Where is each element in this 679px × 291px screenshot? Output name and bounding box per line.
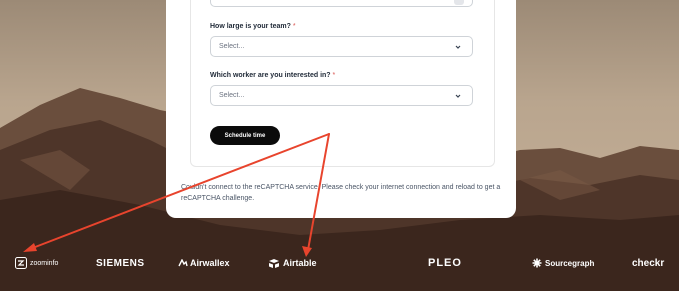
airtable-logo: Airtable bbox=[268, 256, 317, 270]
required-mark: * bbox=[292, 23, 296, 30]
chevron-down-icon bbox=[455, 94, 461, 98]
worker-select[interactable]: Select... bbox=[210, 85, 473, 106]
checkr-logo: checkr bbox=[632, 256, 664, 270]
team-size-placeholder: Select... bbox=[219, 43, 245, 50]
worker-label: Which worker are you interested in? * bbox=[210, 72, 335, 79]
siemens-logo: SIEMENS bbox=[96, 256, 145, 270]
schedule-time-button[interactable]: Schedule time bbox=[210, 126, 280, 145]
siemens-text: SIEMENS bbox=[96, 257, 145, 269]
team-size-label-text: How large is your team? bbox=[210, 23, 291, 30]
field-handle-icon bbox=[454, 0, 464, 5]
checkr-text: checkr bbox=[632, 257, 665, 269]
team-size-select[interactable]: Select... bbox=[210, 36, 473, 57]
zoominfo-logo: zoominfo bbox=[15, 256, 58, 270]
team-size-label: How large is your team? * bbox=[210, 23, 296, 30]
required-mark: * bbox=[332, 72, 336, 79]
sourcegraph-text: Sourcegraph bbox=[545, 258, 595, 268]
zoominfo-text: zoominfo bbox=[30, 259, 59, 267]
worker-placeholder: Select... bbox=[219, 92, 245, 99]
recaptcha-error-message: Couldn't connect to the reCAPTCHA servic… bbox=[181, 184, 501, 202]
airwallex-logo: Airwallex bbox=[178, 256, 230, 270]
chevron-down-icon bbox=[455, 45, 461, 49]
pleo-logo: PLEO bbox=[428, 256, 462, 270]
airwallex-text: Airwallex bbox=[190, 258, 230, 268]
sourcegraph-icon bbox=[532, 258, 542, 268]
zoominfo-icon bbox=[15, 257, 27, 269]
airtable-text: Airtable bbox=[283, 258, 317, 268]
previous-input-field[interactable] bbox=[210, 0, 473, 7]
pleo-text: PLEO bbox=[428, 257, 462, 269]
worker-label-text: Which worker are you interested in? bbox=[210, 72, 331, 79]
sourcegraph-logo: Sourcegraph bbox=[532, 256, 594, 270]
airwallex-icon bbox=[178, 259, 188, 267]
airtable-icon bbox=[269, 258, 279, 268]
